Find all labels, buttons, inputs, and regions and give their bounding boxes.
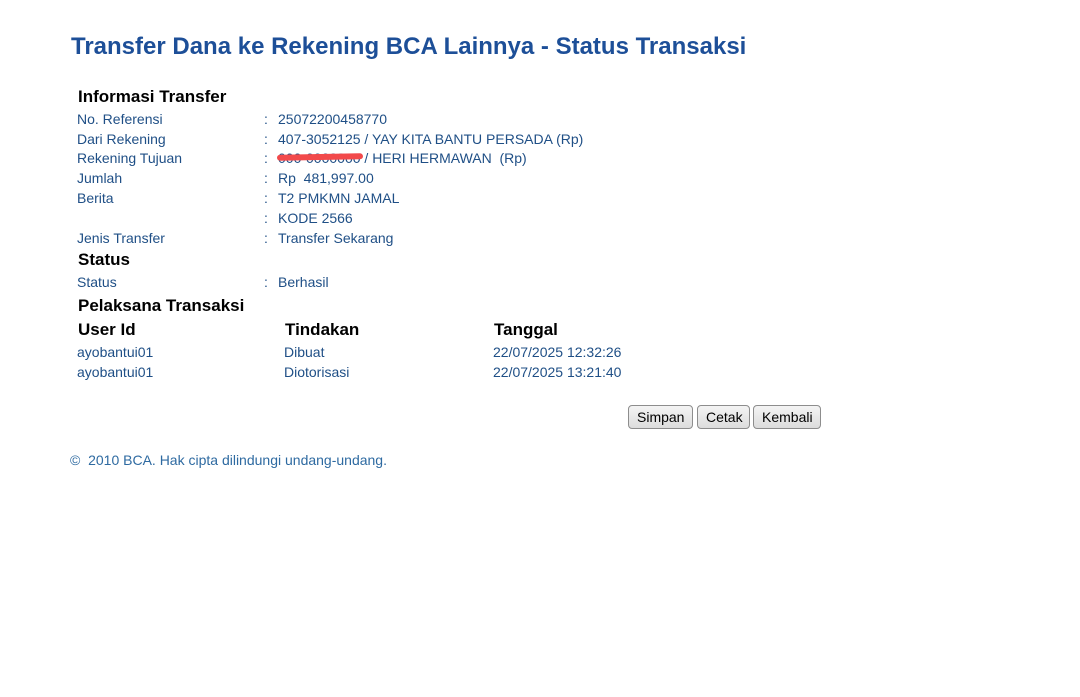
- info-colon: :: [264, 230, 268, 246]
- info-label: Jenis Transfer: [77, 230, 165, 246]
- cell-tanggal: 22/07/2025 12:32:26: [493, 344, 622, 360]
- info-value: KODE 2566: [278, 210, 353, 226]
- column-header-tindakan: Tindakan: [285, 320, 360, 339]
- info-label: Jumlah: [77, 170, 123, 186]
- cetak-button[interactable]: Cetak: [697, 405, 750, 429]
- simpan-button[interactable]: Simpan: [628, 405, 693, 429]
- copyright-footer: © 2010 BCA. Hak cipta dilindungi undang-…: [70, 452, 387, 468]
- info-colon: :: [264, 210, 268, 226]
- kembali-button[interactable]: Kembali: [753, 405, 821, 429]
- info-colon: :: [264, 170, 268, 186]
- info-value: 407-3052125 / YAY KITA BANTU PERSADA (Rp…: [278, 131, 584, 147]
- account-holder: / HERI HERMAWAN (Rp): [360, 150, 527, 166]
- info-colon: :: [264, 111, 268, 127]
- info-value: Transfer Sekarang: [278, 230, 394, 246]
- pelaksana-heading: Pelaksana Transaksi: [78, 296, 245, 315]
- cell-user-id: ayobantui01: [77, 344, 154, 360]
- cell-user-id: ayobantui01: [77, 364, 154, 380]
- info-value: T2 PMKMN JAMAL: [278, 190, 400, 206]
- info-value: 000-0000000 / HERI HERMAWAN (Rp): [276, 149, 527, 167]
- cell-tindakan: Diotorisasi: [284, 364, 350, 380]
- page-title: Transfer Dana ke Rekening BCA Lainnya - …: [71, 33, 747, 60]
- info-colon: :: [264, 150, 268, 166]
- info-label: No. Referensi: [77, 111, 163, 127]
- redacted-account-number: 000-0000000: [276, 149, 363, 167]
- column-header-user-id: User Id: [78, 320, 136, 339]
- info-transfer-heading: Informasi Transfer: [78, 87, 227, 106]
- status-value: Berhasil: [278, 274, 329, 290]
- status-label: Status: [77, 274, 117, 290]
- cell-tanggal: 22/07/2025 13:21:40: [493, 364, 622, 380]
- status-colon: :: [264, 274, 268, 290]
- info-value: Rp 481,997.00: [278, 170, 374, 186]
- cell-tindakan: Dibuat: [284, 344, 325, 360]
- info-colon: :: [264, 131, 268, 147]
- info-value: 25072200458770: [278, 111, 388, 127]
- status-heading: Status: [78, 250, 130, 269]
- info-label: Dari Rekening: [77, 131, 166, 147]
- column-header-tanggal: Tanggal: [494, 320, 558, 339]
- info-label: Berita: [77, 190, 114, 206]
- info-colon: :: [264, 190, 268, 206]
- info-label: Rekening Tujuan: [77, 150, 183, 166]
